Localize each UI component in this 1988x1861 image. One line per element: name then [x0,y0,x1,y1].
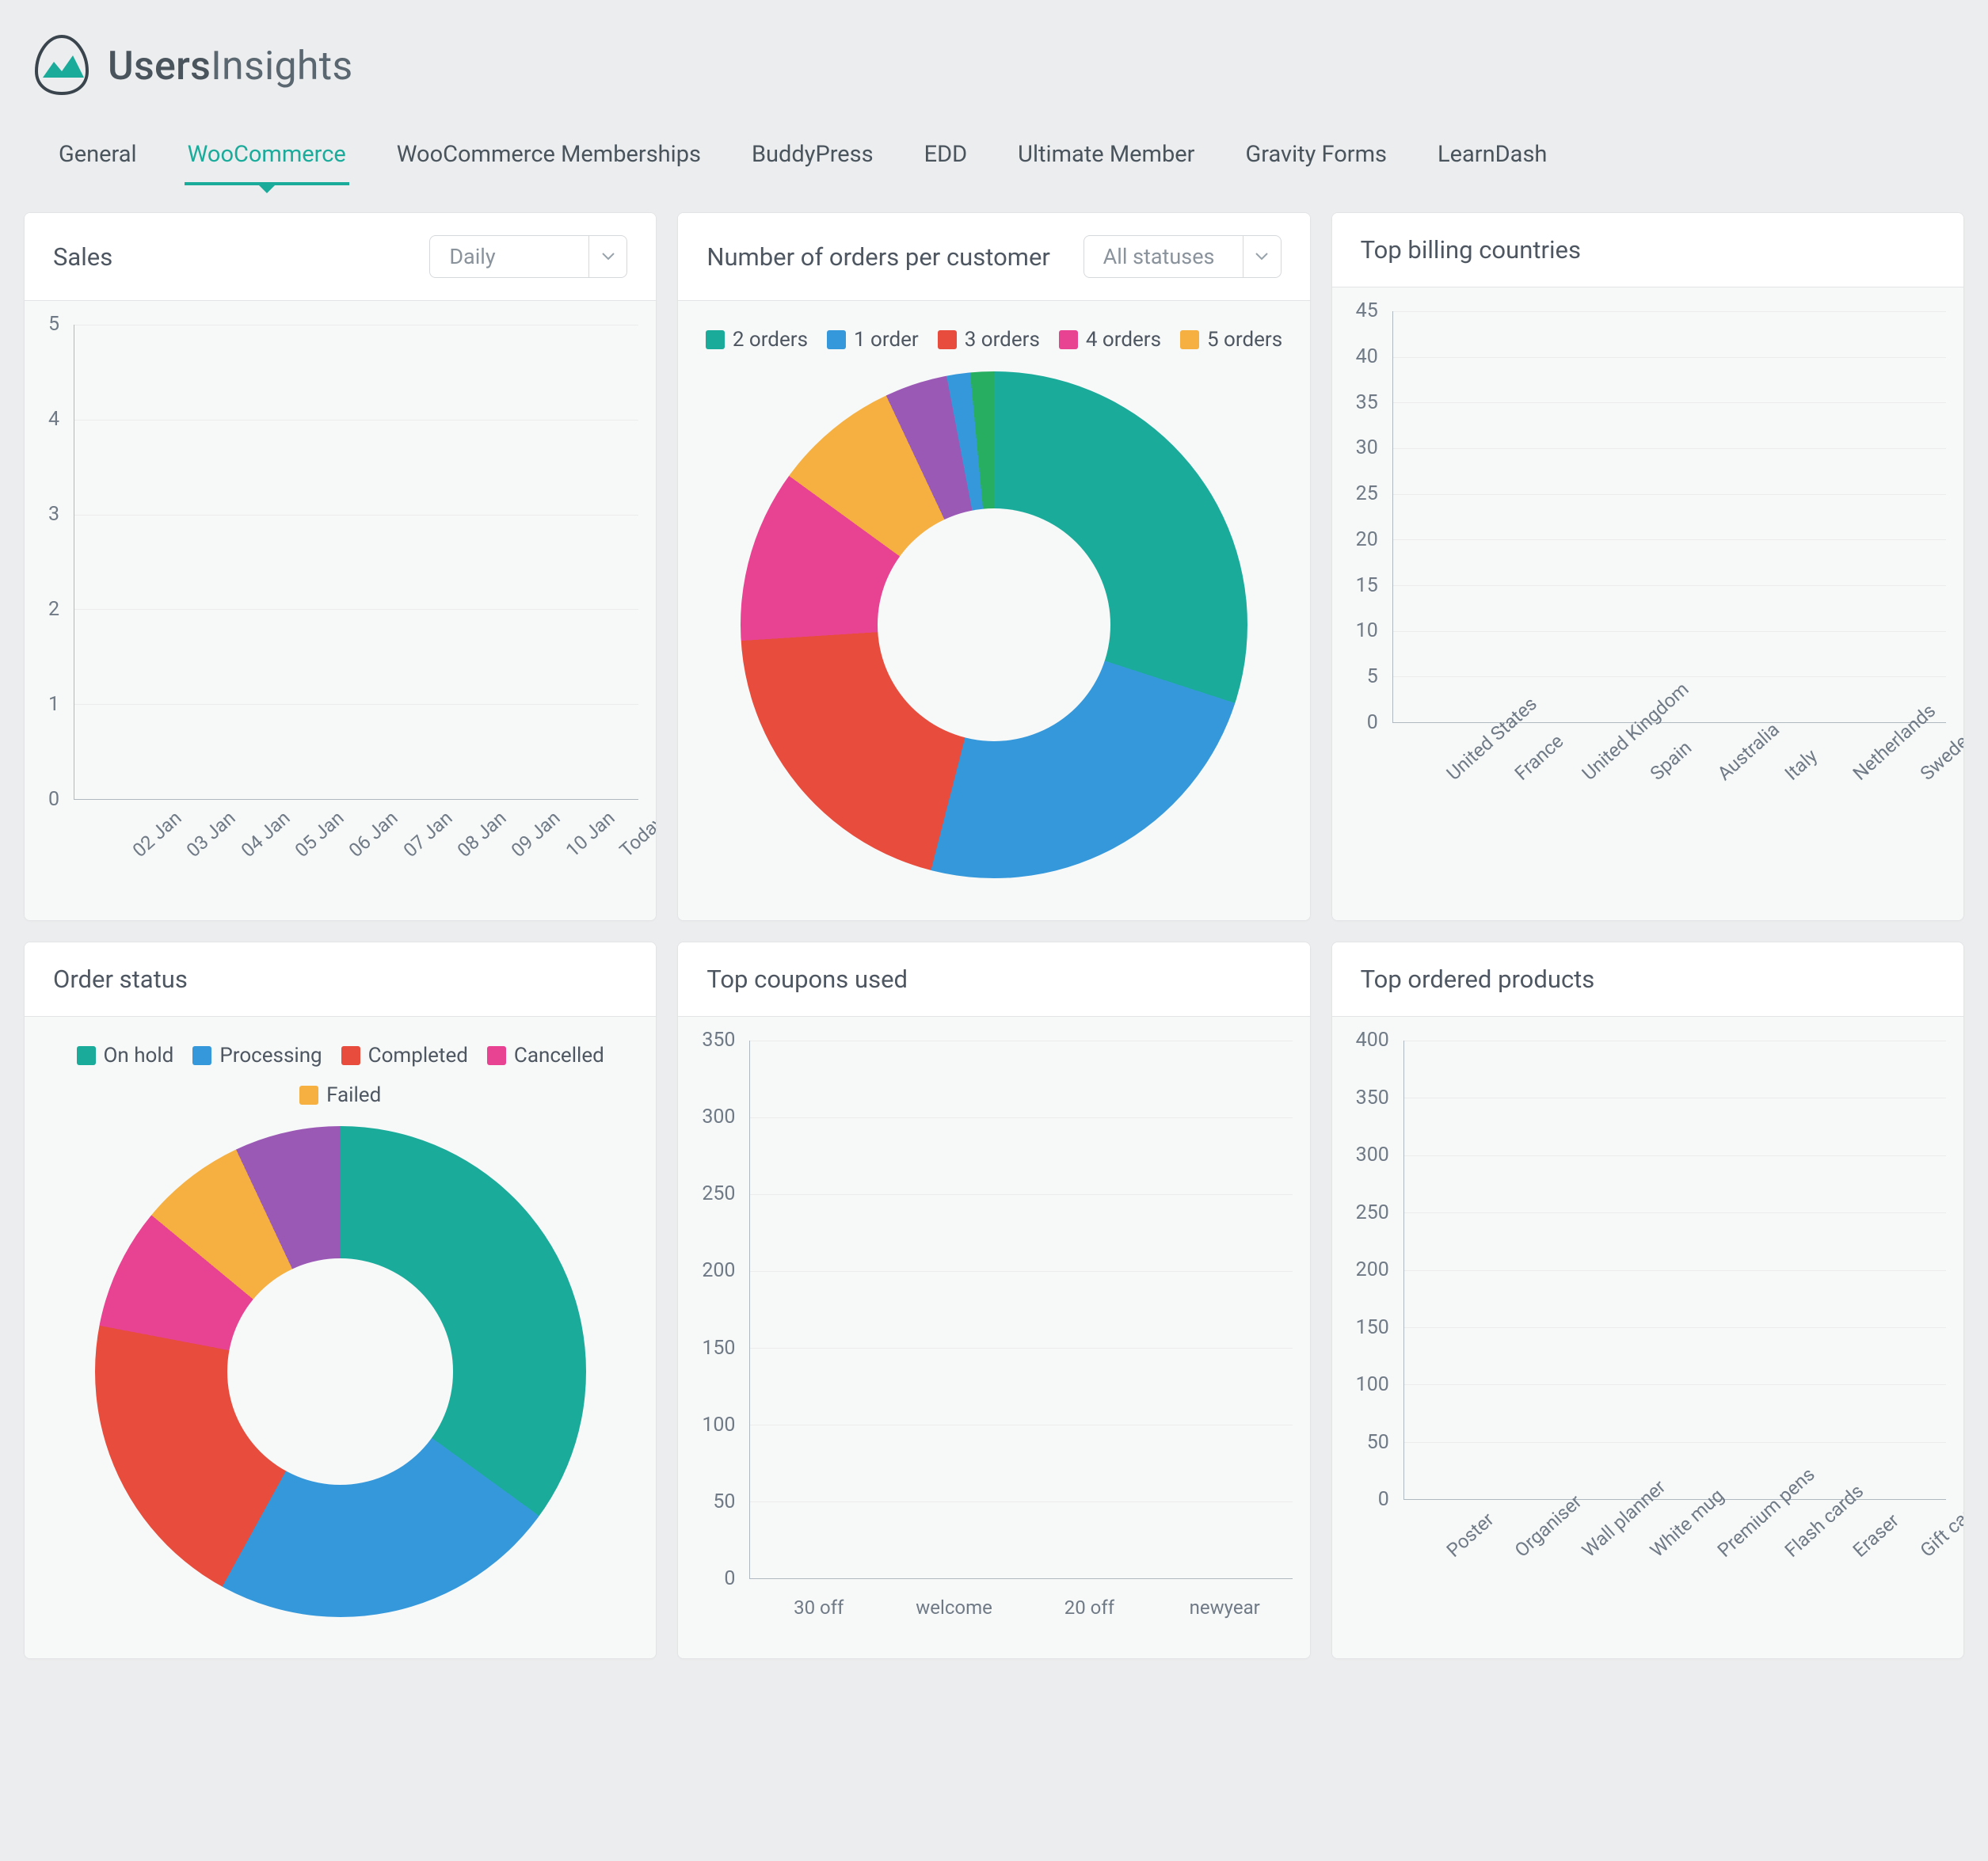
select-value: Daily [430,236,588,277]
legend-item: 3 orders [938,328,1040,352]
legend-swatch [192,1046,211,1065]
legend-item: 1 order [827,328,919,352]
card-billing-countries: Top billing countries 454035302520151050… [1331,212,1964,921]
tab-general[interactable]: General [55,133,140,185]
legend-swatch [938,330,957,349]
legend-label: 5 orders [1207,328,1282,352]
legend-label: Processing [219,1044,322,1068]
logo-text-a: Users [108,44,211,89]
sales-range-select[interactable]: Daily [429,235,627,278]
card-body: On hold Processing Completed Cancelled Faile… [25,1017,656,1658]
tab-woocommerce[interactable]: WooCommerce [185,133,349,185]
card-header: Sales Daily [25,213,656,301]
legend-label: 1 order [854,328,919,352]
tab-woocommerce-memberships[interactable]: WooCommerce Memberships [394,133,704,185]
legend-swatch [487,1046,506,1065]
card-order-status: Order status On hold Processing Completed C… [24,942,657,1659]
tab-ultimate-member[interactable]: Ultimate Member [1015,133,1198,185]
legend-item: Cancelled [487,1044,604,1068]
legend-item: 4 orders [1059,328,1161,352]
legend-swatch [706,330,725,349]
card-header: Top ordered products [1332,942,1963,1017]
orders-status-select[interactable]: All statuses [1083,235,1282,278]
legend-swatch [77,1046,96,1065]
select-value: All statuses [1084,236,1243,277]
card-body: 400350300250200150100500PosterOrganiserW… [1332,1017,1963,1658]
logo-text: UsersInsights [108,44,353,89]
legend-swatch [1180,330,1199,349]
card-sales: Sales Daily 54321002 Jan03 Jan04 Jan05 J… [24,212,657,921]
logo-text-b: Insights [211,44,352,89]
legend-label: Cancelled [514,1044,604,1068]
card-title: Top billing countries [1361,235,1581,264]
card-body: 2 orders 1 order 3 orders 4 orders 5 orders [678,301,1309,920]
sales-bar-chart: 54321002 Jan03 Jan04 Jan05 Jan06 Jan07 J… [39,315,642,887]
legend-label: 2 orders [733,328,808,352]
card-header: Top billing countries [1332,213,1963,287]
legend-item: On hold [77,1044,174,1068]
legend-swatch [827,330,846,349]
legend-item: Processing [192,1044,322,1068]
orders-donut-chart [741,371,1247,878]
chevron-down-icon [1243,236,1281,277]
status-donut-chart [95,1126,586,1617]
dashboard-grid: Sales Daily 54321002 Jan03 Jan04 Jan05 J… [24,212,1964,1659]
tab-buddypress[interactable]: BuddyPress [748,133,877,185]
donut [741,371,1247,878]
module-tabs: General WooCommerce WooCommerce Membership… [24,133,1964,185]
card-title: Top coupons used [706,965,908,994]
donut [95,1126,586,1617]
card-title: Number of orders per customer [706,242,1050,272]
legend-label: Completed [368,1044,468,1068]
chart-legend: 2 orders 1 order 3 orders 4 orders 5 orders [692,315,1295,363]
legend-item: 5 orders [1180,328,1282,352]
card-orders-per-customer: Number of orders per customer All status… [677,212,1310,921]
billing-bar-chart: 454035302520151050United StatesFranceUni… [1346,302,1949,810]
card-header: Order status [25,942,656,1017]
card-top-coupons: Top coupons used 35030025020015010050030… [677,942,1310,1659]
tab-learndash[interactable]: LearnDash [1434,133,1550,185]
products-bar-chart: 400350300250200150100500PosterOrganiserW… [1346,1031,1949,1587]
legend-label: 3 orders [965,328,1040,352]
card-top-products: Top ordered products 4003503002502001501… [1331,942,1964,1659]
card-header: Number of orders per customer All status… [678,213,1309,301]
card-title: Top ordered products [1361,965,1595,994]
coupons-bar-chart: 35030025020015010050030 offwelcome20 off… [692,1031,1295,1619]
card-title: Order status [53,965,188,994]
legend-label: 4 orders [1086,328,1161,352]
brand-logo: UsersInsights [24,24,1964,133]
tab-gravity-forms[interactable]: Gravity Forms [1242,133,1390,185]
card-body: 454035302520151050United StatesFranceUni… [1332,287,1963,920]
chevron-down-icon [588,236,626,277]
legend-item: Completed [341,1044,468,1068]
legend-label: On hold [104,1044,174,1068]
logo-icon [29,32,95,101]
legend-swatch [299,1086,318,1105]
legend-swatch [1059,330,1078,349]
tab-edd[interactable]: EDD [921,133,971,185]
card-header: Top coupons used [678,942,1309,1017]
legend-item: Failed [299,1083,381,1107]
card-title: Sales [53,242,112,272]
legend-swatch [341,1046,360,1065]
card-body: 35030025020015010050030 offwelcome20 off… [678,1017,1309,1658]
card-body: 54321002 Jan03 Jan04 Jan05 Jan06 Jan07 J… [25,301,656,920]
legend-item: 2 orders [706,328,808,352]
legend-label: Failed [326,1083,381,1107]
chart-legend: On hold Processing Completed Cancelled Faile… [39,1031,642,1118]
